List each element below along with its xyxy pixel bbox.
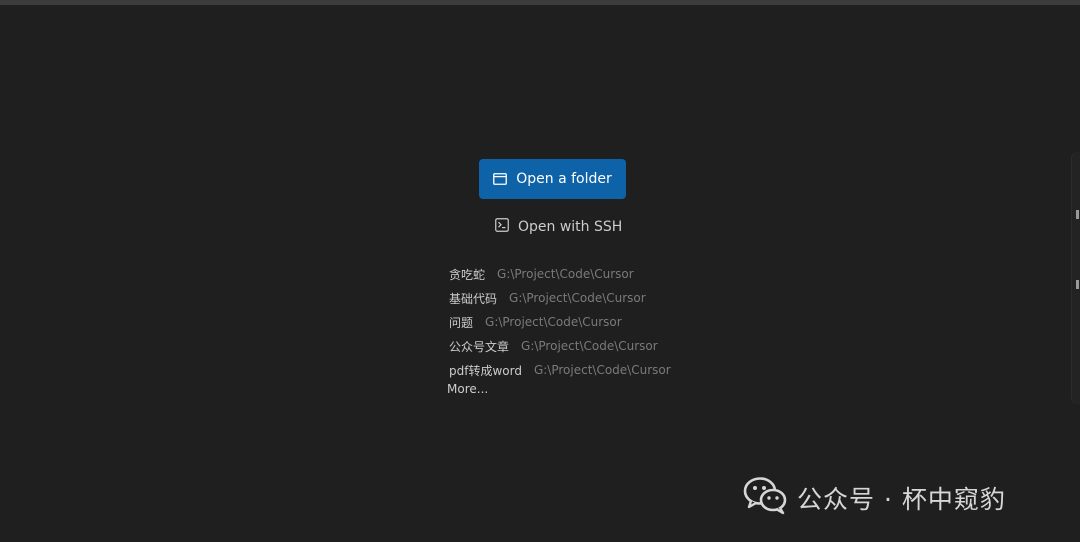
terminal-icon: [495, 218, 509, 236]
recent-project-name: 问题: [449, 315, 474, 330]
recent-project-name: 贪吃蛇: [449, 267, 486, 282]
open-with-ssh-label: Open with SSH: [518, 219, 623, 235]
open-with-ssh-button[interactable]: Open with SSH: [495, 216, 622, 238]
recent-project-path: G:\Project\Code\Cursor: [533, 363, 671, 377]
side-panel-edge[interactable]: [1071, 152, 1080, 404]
recent-project-name: pdf转成word: [449, 363, 522, 378]
welcome-page: Open a folder Open with SSH 贪吃蛇 G:\Proje…: [0, 0, 1080, 542]
watermark-text: 公众号 · 杯中窥豹: [797, 485, 1006, 514]
recent-project-item[interactable]: 问题 G:\Project\Code\Cursor: [449, 310, 671, 334]
recent-project-name: 公众号文章: [449, 339, 510, 354]
open-folder-label: Open a folder: [516, 171, 612, 187]
recent-projects-list: 贪吃蛇 G:\Project\Code\Cursor 基础代码 G:\Proje…: [449, 262, 671, 382]
recent-project-item[interactable]: 贪吃蛇 G:\Project\Code\Cursor: [449, 262, 671, 286]
recent-project-name: 基础代码: [449, 291, 498, 306]
recent-project-item[interactable]: pdf转成word G:\Project\Code\Cursor: [449, 358, 671, 382]
open-folder-button[interactable]: Open a folder: [479, 159, 626, 199]
recent-project-item[interactable]: 基础代码 G:\Project\Code\Cursor: [449, 286, 671, 310]
recent-project-item[interactable]: 公众号文章 G:\Project\Code\Cursor: [449, 334, 671, 358]
watermark: 公众号 · 杯中窥豹: [743, 475, 1006, 521]
more-recent-link[interactable]: More...: [447, 382, 488, 396]
folder-icon: [493, 173, 508, 185]
panel-edge-marker: [1076, 280, 1079, 289]
recent-project-path: G:\Project\Code\Cursor: [521, 339, 658, 353]
panel-edge-marker: [1076, 210, 1079, 219]
title-bar-strip: [0, 0, 1080, 5]
recent-project-path: G:\Project\Code\Cursor: [497, 267, 634, 281]
recent-project-path: G:\Project\Code\Cursor: [485, 315, 622, 329]
wechat-logo-icon: [743, 475, 789, 521]
recent-project-path: G:\Project\Code\Cursor: [509, 291, 646, 305]
